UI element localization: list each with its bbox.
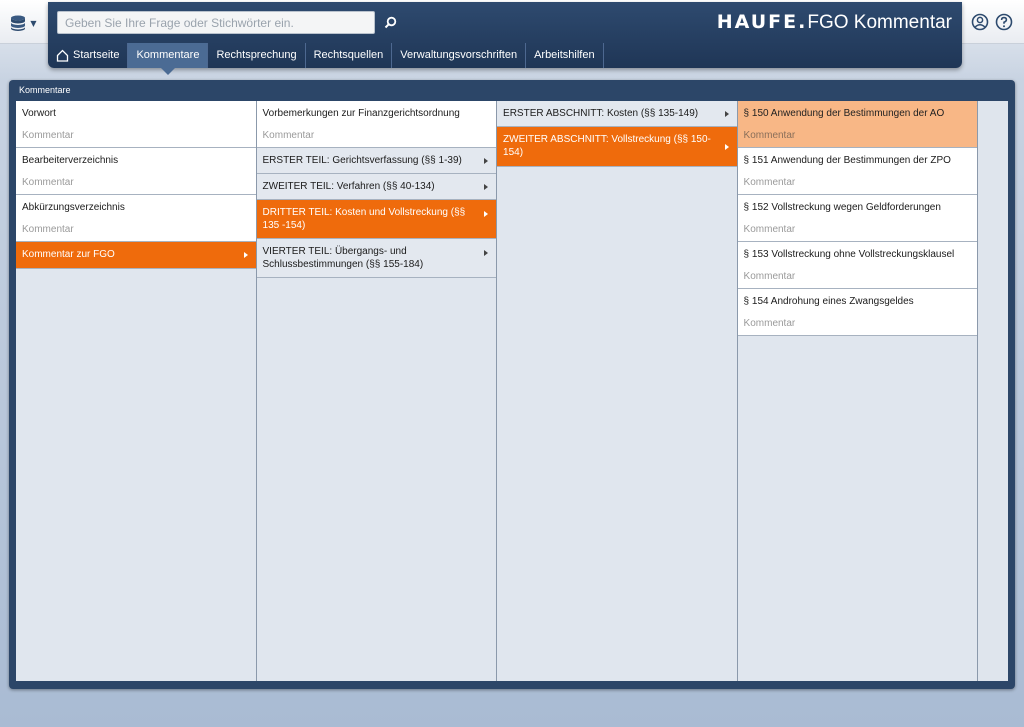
tab-kommentare[interactable]: Kommentare <box>128 43 209 75</box>
search-icon <box>384 16 396 28</box>
item-subtitle: Kommentar <box>22 130 74 141</box>
column-2[interactable]: Vorbemerkungen zur Finanzgerichtsordnung… <box>256 101 498 681</box>
brand-logo: HAUFE. FGO Kommentar <box>717 11 952 37</box>
item-title: § 150 Anwendung der Bestimmungen der AO <box>743 108 945 119</box>
tab-verwaltungsvorschriften[interactable]: Verwaltungsvorschriften <box>392 43 527 68</box>
list-item-para-151[interactable]: § 151 Anwendung der Bestimmungen der ZPO… <box>737 148 978 195</box>
tab-label: Arbeitshilfen <box>534 49 595 61</box>
column-4[interactable]: § 150 Anwendung der Bestimmungen der AO … <box>737 101 979 681</box>
list-item-zweiter-teil[interactable]: ZWEITER TEIL: Verfahren (§§ 40-134) <box>256 174 497 200</box>
list-item-erster-abschnitt[interactable]: ERSTER ABSCHNITT: Kosten (§§ 135-149) <box>497 101 737 127</box>
chevron-down-icon: ▼ <box>30 18 37 28</box>
item-subtitle: Kommentar <box>743 271 796 282</box>
tab-label: Rechtsprechung <box>216 49 297 61</box>
header-panel: HAUFE. FGO Kommentar Startseite Kommenta… <box>48 2 962 75</box>
item-title: VIERTER TEIL: Übergangs- und Schlussbest… <box>262 246 424 270</box>
item-title: Abkürzungsverzeichnis <box>22 202 125 213</box>
list-item-para-153[interactable]: § 153 Vollstreckung ohne Vollstreckungsk… <box>737 242 978 289</box>
chevron-right-icon <box>484 157 489 164</box>
tab-label: Kommentare <box>136 49 200 61</box>
main-nav: Startseite Kommentare Rechtsprechung Rec… <box>48 43 604 75</box>
column-3[interactable]: ERSTER ABSCHNITT: Kosten (§§ 135-149) ZW… <box>497 101 738 681</box>
item-title: § 153 Vollstreckung ohne Vollstreckungsk… <box>743 249 955 260</box>
item-subtitle: Kommentar <box>743 224 796 235</box>
tab-arbeitshilfen[interactable]: Arbeitshilfen <box>526 43 604 68</box>
item-title: ERSTER ABSCHNITT: Kosten (§§ 135-149) <box>503 108 699 119</box>
search-box <box>57 11 375 34</box>
tab-rechtsquellen[interactable]: Rechtsquellen <box>306 43 393 68</box>
item-subtitle: Kommentar <box>22 224 74 235</box>
item-title: Kommentar zur FGO <box>22 249 115 260</box>
search-button[interactable] <box>378 10 402 34</box>
help-icon <box>995 13 1013 31</box>
list-item-para-152[interactable]: § 152 Vollstreckung wegen Geldforderunge… <box>737 195 978 242</box>
database-icon <box>11 15 26 31</box>
chevron-right-icon <box>724 143 729 150</box>
item-title: § 152 Vollstreckung wegen Geldforderunge… <box>743 202 941 213</box>
list-item-vierter-teil[interactable]: VIERTER TEIL: Übergangs- und Schlussbest… <box>256 239 497 278</box>
home-icon <box>56 49 69 62</box>
list-item-abkuerzungsverzeichnis[interactable]: Abkürzungsverzeichnis Kommentar <box>16 195 256 242</box>
list-item-vorbemerkungen[interactable]: Vorbemerkungen zur Finanzgerichtsordnung… <box>256 101 497 148</box>
list-item-bearbeiterverzeichnis[interactable]: Bearbeiterverzeichnis Kommentar <box>16 148 256 195</box>
chevron-right-icon <box>484 183 489 190</box>
column-5-empty <box>978 101 1008 681</box>
search-input[interactable] <box>58 12 374 33</box>
item-title: ZWEITER ABSCHNITT: Vollstreckung (§§ 150… <box>503 134 711 158</box>
list-item-erster-teil[interactable]: ERSTER TEIL: Gerichtsverfassung (§§ 1-39… <box>256 148 497 174</box>
item-subtitle: Kommentar <box>743 130 796 141</box>
list-item-vorwort[interactable]: Vorwort Kommentar <box>16 101 256 148</box>
tab-label: Startseite <box>73 49 120 61</box>
item-title: ERSTER TEIL: Gerichtsverfassung (§§ 1-39… <box>262 155 462 166</box>
item-title: Vorwort <box>22 108 56 119</box>
tab-label: Verwaltungsvorschriften <box>400 49 518 61</box>
item-title: § 151 Anwendung der Bestimmungen der ZPO <box>743 155 951 166</box>
item-title: DRITTER TEIL: Kosten und Vollstreckung (… <box>262 207 466 231</box>
chevron-right-icon <box>484 250 489 256</box>
column-1[interactable]: Vorwort Kommentar Bearbeiterverzeichnis … <box>16 101 257 681</box>
item-subtitle: Kommentar <box>743 177 796 188</box>
tab-rechtsprechung[interactable]: Rechtsprechung <box>208 43 306 68</box>
list-item-para-154[interactable]: § 154 Androhung eines Zwangsgeldes Komme… <box>737 289 978 336</box>
haufe-logo-text: HAUFE. <box>716 11 808 33</box>
tab-label: Rechtsquellen <box>313 49 384 61</box>
tab-startseite[interactable]: Startseite <box>48 43 129 68</box>
kommentare-panel: Kommentare Vorwort Kommentar Bearbeiterv… <box>9 80 1015 689</box>
item-title: § 154 Androhung eines Zwangsgeldes <box>743 296 914 307</box>
item-subtitle: Kommentar <box>743 318 796 329</box>
item-title: ZWEITER TEIL: Verfahren (§§ 40-134) <box>262 181 435 192</box>
chevron-right-icon <box>724 110 729 117</box>
user-icon <box>971 13 989 31</box>
chevron-right-icon <box>243 252 248 258</box>
list-item-para-150[interactable]: § 150 Anwendung der Bestimmungen der AO … <box>737 101 978 148</box>
panel-title: Kommentare <box>19 85 71 95</box>
chevron-right-icon <box>484 211 489 217</box>
user-button[interactable] <box>971 13 989 31</box>
product-name: FGO Kommentar <box>807 12 952 33</box>
database-menu-button[interactable]: ▼ <box>4 9 42 37</box>
item-title: Vorbemerkungen zur Finanzgerichtsordnung <box>262 108 460 119</box>
list-item-zweiter-abschnitt[interactable]: ZWEITER ABSCHNITT: Vollstreckung (§§ 150… <box>497 127 737 167</box>
list-item-kommentar-zur-fgo[interactable]: Kommentar zur FGO <box>16 242 256 269</box>
column-browser: Vorwort Kommentar Bearbeiterverzeichnis … <box>16 101 1008 681</box>
item-subtitle: Kommentar <box>262 130 315 141</box>
item-subtitle: Kommentar <box>22 177 74 188</box>
help-button[interactable] <box>995 13 1013 31</box>
list-item-dritter-teil[interactable]: DRITTER TEIL: Kosten und Vollstreckung (… <box>256 200 497 239</box>
item-title: Bearbeiterverzeichnis <box>22 155 119 166</box>
